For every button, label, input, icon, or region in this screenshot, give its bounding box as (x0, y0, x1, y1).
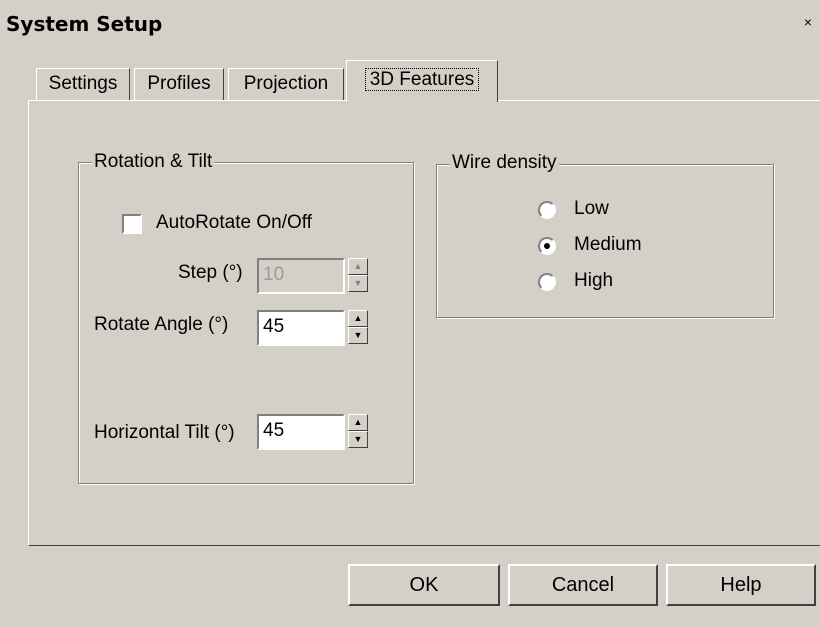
radio-low[interactable]: Low (538, 198, 678, 226)
spin-up-icon[interactable]: ▲ (348, 258, 368, 275)
autorotate-checkbox[interactable] (122, 214, 142, 234)
radio-medium[interactable]: Medium (538, 234, 678, 262)
tab-label: Profiles (147, 73, 211, 94)
radio-label-high: High (574, 270, 614, 291)
rotate-angle-input[interactable]: 45 (257, 310, 345, 346)
radio-button-low[interactable] (538, 201, 556, 219)
window-title: System Setup (6, 12, 163, 36)
horizontal-tilt-spinner[interactable]: ▲ ▼ (348, 414, 368, 448)
tab-projection[interactable]: Projection (228, 68, 344, 100)
radio-button-high[interactable] (538, 273, 556, 291)
autorotate-label: AutoRotate On/Off (156, 212, 312, 233)
rotate-angle-label: Rotate Angle (°) (94, 314, 229, 335)
help-button[interactable]: Help (666, 564, 816, 606)
tab-label: Settings (48, 73, 118, 94)
spin-down-icon[interactable]: ▼ (348, 327, 368, 344)
radio-high[interactable]: High (538, 270, 678, 298)
spin-down-icon[interactable]: ▼ (348, 275, 368, 292)
tab-3d-features[interactable]: 3D Features (346, 60, 498, 102)
step-label: Step (°) (178, 262, 243, 283)
tab-label: Projection (243, 73, 329, 94)
radio-label-medium: Medium (574, 234, 642, 255)
wire-density-group-title: Wire density (450, 152, 559, 173)
step-spinner[interactable]: ▲ ▼ (348, 258, 368, 292)
spin-up-icon[interactable]: ▲ (348, 414, 368, 431)
cancel-button[interactable]: Cancel (508, 564, 658, 606)
close-icon[interactable]: × (800, 14, 816, 30)
horizontal-tilt-label: Horizontal Tilt (°) (94, 422, 235, 443)
radio-button-medium[interactable] (538, 237, 556, 255)
tab-profiles[interactable]: Profiles (134, 68, 224, 100)
tab-label: 3D Features (364, 68, 480, 91)
rotation-tilt-group-title: Rotation & Tilt (92, 151, 215, 172)
tab-settings[interactable]: Settings (36, 68, 130, 100)
spin-down-icon[interactable]: ▼ (348, 431, 368, 448)
radio-selected-dot (544, 243, 550, 249)
radio-label-low: Low (574, 198, 609, 219)
rotate-angle-spinner[interactable]: ▲ ▼ (348, 310, 368, 344)
horizontal-tilt-input[interactable]: 45 (257, 414, 345, 450)
step-input[interactable]: 10 (257, 258, 345, 294)
ok-button[interactable]: OK (348, 564, 500, 606)
spin-up-icon[interactable]: ▲ (348, 310, 368, 327)
